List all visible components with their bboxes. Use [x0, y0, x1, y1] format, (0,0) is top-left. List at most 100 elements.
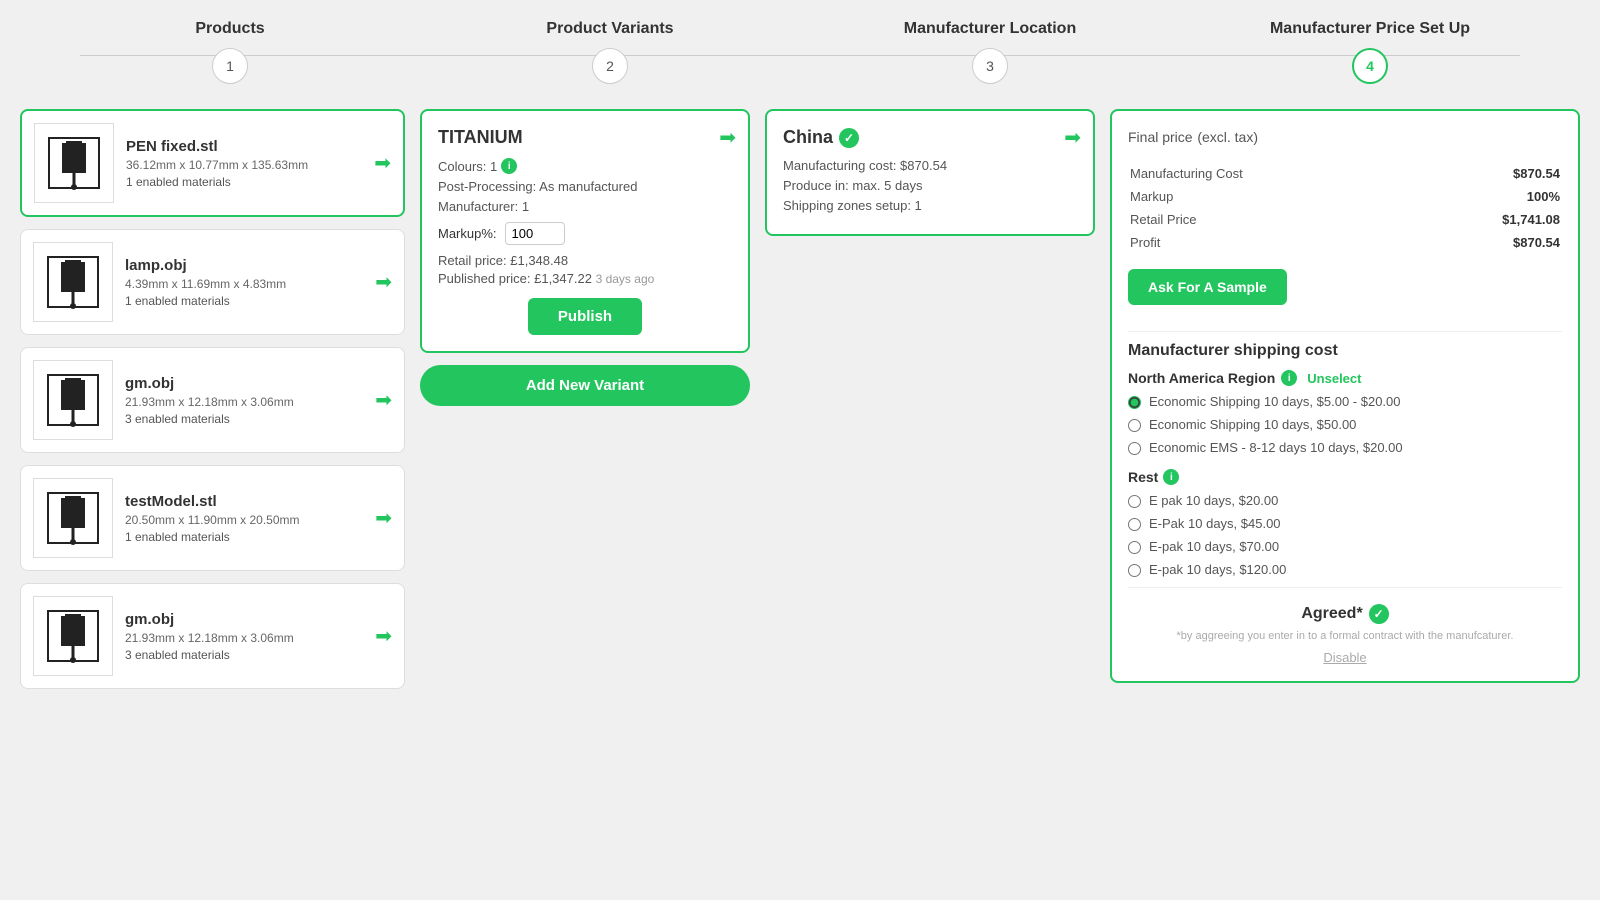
product-card-2[interactable]: gm.obj 21.93mm x 12.18mm x 3.06mm 3 enab…	[20, 347, 405, 453]
country-check-icon: ✓	[839, 128, 859, 148]
shipping-option-rest-3: E-pak 10 days, $120.00	[1128, 562, 1562, 577]
shipping-radio-rest-3[interactable]	[1128, 564, 1141, 577]
shipping-option-na-1: Economic Shipping 10 days, $50.00	[1128, 417, 1562, 432]
product-name-4: gm.obj	[125, 611, 392, 628]
step-1-circle[interactable]: 1	[212, 48, 248, 84]
markup-label-p: Markup	[1130, 186, 1365, 207]
location-column: ➡ China ✓ Manufacturing cost: $870.54 Pr…	[765, 109, 1095, 236]
step-4-label: Manufacturer Price Set Up	[1270, 20, 1470, 38]
step-3-label: Manufacturer Location	[904, 20, 1076, 38]
shipping-radio-rest-1[interactable]	[1128, 518, 1141, 531]
shipping-radio-na-0[interactable]	[1128, 396, 1141, 409]
product-arrow-3: ➡	[375, 506, 392, 531]
shipping-zones: Shipping zones setup: 1	[783, 198, 1077, 213]
step-3-circle[interactable]: 3	[972, 48, 1008, 84]
manufacturing-cost: Manufacturing cost: $870.54	[783, 158, 1077, 173]
variant-manufacturer: Manufacturer: 1	[438, 199, 732, 214]
publish-button[interactable]: Publish	[528, 298, 642, 335]
north-america-region-title: North America Region i Unselect	[1128, 370, 1562, 386]
divider-2	[1128, 587, 1562, 588]
variant-arrow-icon: ➡	[719, 125, 736, 150]
rest-info-icon[interactable]: i	[1163, 469, 1179, 485]
profit-label: Profit	[1130, 232, 1365, 253]
shipping-label-na-0: Economic Shipping 10 days, $5.00 - $20.0…	[1149, 394, 1401, 409]
shipping-option-na-2: Economic EMS - 8-12 days 10 days, $20.00	[1128, 440, 1562, 455]
north-america-info-icon[interactable]: i	[1281, 370, 1297, 386]
rest-region-title: Rest i	[1128, 469, 1562, 485]
shipping-option-rest-1: E-Pak 10 days, $45.00	[1128, 516, 1562, 531]
shipping-radio-na-1[interactable]	[1128, 419, 1141, 432]
product-card-1[interactable]: lamp.obj 4.39mm x 11.69mm x 4.83mm 1 ena…	[20, 229, 405, 335]
retail-value: $1,741.08	[1367, 209, 1560, 230]
product-materials-0: 1 enabled materials	[126, 175, 391, 189]
step-4-circle[interactable]: 4	[1352, 48, 1388, 84]
add-variant-button[interactable]: Add New Variant	[420, 365, 750, 406]
main-content: PEN fixed.stl 36.12mm x 10.77mm x 135.63…	[0, 94, 1600, 704]
product-card-0[interactable]: PEN fixed.stl 36.12mm x 10.77mm x 135.63…	[20, 109, 405, 217]
product-materials-1: 1 enabled materials	[125, 294, 392, 308]
price-row-profit: Profit $870.54	[1130, 232, 1560, 253]
shipping-radio-rest-0[interactable]	[1128, 495, 1141, 508]
unselect-link[interactable]: Unselect	[1307, 371, 1361, 386]
product-name-2: gm.obj	[125, 375, 392, 392]
markup-value-p: 100%	[1367, 186, 1560, 207]
agreed-text: Agreed* ✓	[1128, 604, 1562, 624]
product-info-0: PEN fixed.stl 36.12mm x 10.77mm x 135.63…	[126, 138, 391, 189]
variant-card: ➡ TITANIUM Colours: 1 i Post-Processing:…	[420, 109, 750, 353]
step-3: Manufacturer Location 3	[800, 20, 1180, 84]
product-info-3: testModel.stl 20.50mm x 11.90mm x 20.50m…	[125, 493, 392, 544]
location-card: ➡ China ✓ Manufacturing cost: $870.54 Pr…	[765, 109, 1095, 236]
product-card-3[interactable]: testModel.stl 20.50mm x 11.90mm x 20.50m…	[20, 465, 405, 571]
shipping-option-rest-0: E pak 10 days, $20.00	[1128, 493, 1562, 508]
location-arrow-icon: ➡	[1064, 125, 1081, 150]
markup-row: Markup%:	[438, 222, 732, 245]
product-info-2: gm.obj 21.93mm x 12.18mm x 3.06mm 3 enab…	[125, 375, 392, 426]
colours-info-icon[interactable]: i	[501, 158, 517, 174]
step-2-label: Product Variants	[546, 20, 673, 38]
agreed-row: Agreed* ✓ *by aggreeing you enter in to …	[1128, 604, 1562, 665]
product-dims-4: 21.93mm x 12.18mm x 3.06mm	[125, 631, 392, 645]
product-materials-4: 3 enabled materials	[125, 648, 392, 662]
published-price-row: Published price: £1,347.22 3 days ago	[438, 271, 732, 286]
markup-input[interactable]	[505, 222, 565, 245]
markup-label: Markup%:	[438, 226, 497, 241]
step-1: Products 1	[40, 20, 420, 84]
produce-in: Produce in: max. 5 days	[783, 178, 1077, 193]
product-info-4: gm.obj 21.93mm x 12.18mm x 3.06mm 3 enab…	[125, 611, 392, 662]
shipping-radio-na-2[interactable]	[1128, 442, 1141, 455]
shipping-title: Manufacturer shipping cost	[1128, 342, 1562, 360]
product-dims-3: 20.50mm x 11.90mm x 20.50mm	[125, 513, 392, 527]
time-ago: 3 days ago	[596, 272, 655, 286]
agreed-check-icon: ✓	[1369, 604, 1389, 624]
country-name: China	[783, 127, 833, 148]
location-title: China ✓	[783, 127, 1077, 148]
price-table: Manufacturing Cost $870.54 Markup 100% R…	[1128, 161, 1562, 255]
variant-colours-row: Colours: 1 i	[438, 158, 732, 174]
shipping-label-na-1: Economic Shipping 10 days, $50.00	[1149, 417, 1356, 432]
price-column: Final price (excl. tax) Manufacturing Co…	[1110, 109, 1580, 683]
product-card-4[interactable]: gm.obj 21.93mm x 12.18mm x 3.06mm 3 enab…	[20, 583, 405, 689]
variants-column: ➡ TITANIUM Colours: 1 i Post-Processing:…	[420, 109, 750, 406]
variant-post-processing: Post-Processing: As manufactured	[438, 179, 732, 194]
retail-label: Retail Price	[1130, 209, 1365, 230]
divider-1	[1128, 331, 1562, 332]
product-dims-0: 36.12mm x 10.77mm x 135.63mm	[126, 158, 391, 172]
retail-price-row: Retail price: £1,348.48	[438, 253, 732, 268]
variant-colours: Colours: 1	[438, 159, 497, 174]
shipping-label-na-2: Economic EMS - 8-12 days 10 days, $20.00	[1149, 440, 1403, 455]
step-2-circle[interactable]: 2	[592, 48, 628, 84]
product-info-1: lamp.obj 4.39mm x 11.69mm x 4.83mm 1 ena…	[125, 257, 392, 308]
shipping-label-rest-3: E-pak 10 days, $120.00	[1149, 562, 1286, 577]
shipping-radio-rest-2[interactable]	[1128, 541, 1141, 554]
product-icon-4	[33, 596, 113, 676]
product-dims-2: 21.93mm x 12.18mm x 3.06mm	[125, 395, 392, 409]
ask-sample-button[interactable]: Ask For A Sample	[1128, 269, 1287, 305]
product-icon-0	[34, 123, 114, 203]
disable-link[interactable]: Disable	[1128, 650, 1562, 665]
price-row-markup: Markup 100%	[1130, 186, 1560, 207]
cost-value: $870.54	[1367, 163, 1560, 184]
product-icon-3	[33, 478, 113, 558]
product-name-3: testModel.stl	[125, 493, 392, 510]
product-name-1: lamp.obj	[125, 257, 392, 274]
profit-value: $870.54	[1367, 232, 1560, 253]
